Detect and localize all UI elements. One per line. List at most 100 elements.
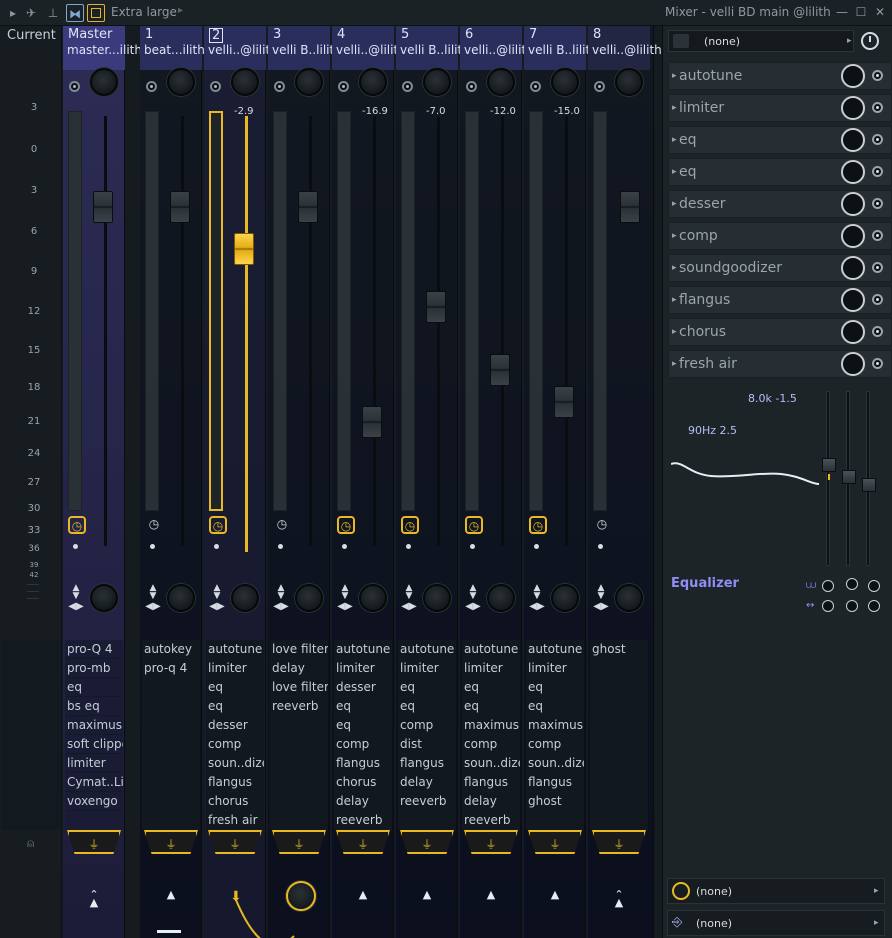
fx-slot-8[interactable]: ▸ flangus	[668, 286, 892, 314]
eq-knob[interactable]	[846, 600, 858, 612]
volume-fader[interactable]	[234, 233, 254, 265]
pan-knob[interactable]	[487, 68, 515, 96]
fader-track[interactable]	[309, 116, 312, 546]
swap-arrows-icon[interactable]: ◀▶	[208, 602, 226, 612]
effect-slot[interactable]: limiter	[65, 754, 123, 773]
eq-stereo-icon[interactable]: ↔	[806, 600, 814, 611]
mute-led[interactable]	[69, 81, 80, 92]
strip-header[interactable]: 4 velli..@lilith	[332, 26, 406, 70]
effect-slot[interactable]: Cymat..Lite	[65, 773, 123, 792]
strip-header[interactable]: 3 velli B..lilith	[268, 26, 342, 70]
fader-track[interactable]	[437, 116, 440, 546]
effect-slot[interactable]: ghost	[526, 792, 584, 811]
mixer-strip-3[interactable]: 3 velli B..lilith ◷ ▲ ▼ ◀▶ love filter de…	[235, 26, 342, 938]
effect-slot[interactable]: autotune	[206, 640, 264, 659]
mix-knob[interactable]	[841, 160, 865, 184]
effect-slot[interactable]: love filter	[270, 678, 328, 697]
stereo-knob[interactable]	[231, 584, 259, 612]
mix-knob[interactable]	[841, 96, 865, 120]
effect-slot[interactable]: flangus	[206, 773, 264, 792]
effect-slot[interactable]: eq	[206, 678, 264, 697]
updown-arrows-icon[interactable]: ▲ ▼	[339, 584, 351, 601]
updown-arrows-icon[interactable]: ▲ ▼	[403, 584, 415, 601]
record-dot[interactable]	[470, 544, 475, 549]
fx-slot-7[interactable]: ▸ soundgoodizer	[668, 254, 892, 282]
mixer-strip-4[interactable]: 4 velli..@lilith -16.9 ◷ ▲ ▼ ◀▶ autotune …	[332, 26, 406, 938]
strip-header[interactable]: 7 velli B..lilith	[524, 26, 598, 70]
fx-slot-9[interactable]: ▸ chorus	[668, 318, 892, 346]
effect-slot[interactable]: soun..dizer	[206, 754, 264, 773]
send-arrow-icon[interactable]: ⌃ ▲	[610, 889, 628, 908]
clock-icon[interactable]: ◷	[529, 516, 547, 534]
track-output-select[interactable]: ⎆ (none) ▸	[667, 910, 885, 936]
effect-slot[interactable]: pro-Q 4	[65, 640, 123, 659]
effect-slot[interactable]: reeverb	[334, 811, 392, 830]
stereo-knob[interactable]	[295, 584, 323, 612]
effect-slot[interactable]: desser	[334, 678, 392, 697]
mixer-strip-master[interactable]: Master master...ilith ◷ ▲ ▼ ◀▶ pro-Q 4 pr…	[63, 26, 142, 938]
eq-high-fader[interactable]	[862, 478, 876, 492]
effect-slot[interactable]: maximus	[65, 716, 123, 735]
effect-slot[interactable]: limiter	[398, 659, 456, 678]
clock-icon[interactable]: ◷	[465, 516, 483, 534]
volume-fader[interactable]	[620, 191, 640, 223]
expand-arrow-icon[interactable]: ▸	[672, 71, 677, 81]
fx-slot-1[interactable]: ▸ autotune	[668, 62, 892, 90]
eq-curve-graph[interactable]	[671, 446, 819, 496]
effect-slot[interactable]: eq	[526, 678, 584, 697]
effect-slot[interactable]: ghost	[590, 640, 648, 659]
effect-slot[interactable]: reeverb	[462, 811, 520, 830]
mix-knob[interactable]	[841, 320, 865, 344]
mixer-strip-8[interactable]: 8 velli..@lilith ◷ ▲ ▼ ◀▶ ghost ⏚ ⌃ ▲	[588, 26, 662, 938]
effect-slot[interactable]: comp	[334, 735, 392, 754]
effect-slot[interactable]: delay	[462, 792, 520, 811]
effect-slot[interactable]: flangus	[334, 754, 392, 773]
eq-knob[interactable]	[868, 580, 880, 592]
eq-knob[interactable]	[868, 600, 880, 612]
send-arrow-icon[interactable]: ▲	[546, 889, 564, 900]
effect-slot[interactable]: eq	[398, 678, 456, 697]
expand-arrow-icon[interactable]: ▸	[672, 295, 677, 305]
effect-slot[interactable]: limiter	[462, 659, 520, 678]
strip-header[interactable]: 1 beat...ilith	[140, 26, 205, 70]
eq-mid-fader[interactable]	[842, 470, 856, 484]
fader-track[interactable]	[245, 116, 248, 552]
pan-knob[interactable]	[90, 68, 118, 96]
updown-arrows-icon[interactable]: ▲ ▼	[275, 584, 287, 601]
enable-led[interactable]	[872, 230, 883, 241]
send-arrow-icon[interactable]: ▲	[354, 889, 372, 900]
clock-icon[interactable]: ◷	[209, 516, 227, 534]
clock-icon[interactable]: ◷	[337, 516, 355, 534]
mixer-strip-6[interactable]: 6 velli..@lilith -12.0 ◷ ▲ ▼ ◀▶ autotune …	[460, 26, 534, 938]
pan-knob[interactable]	[295, 68, 323, 96]
effect-slot[interactable]: maximus	[462, 716, 520, 735]
layout-icon[interactable]: ⧓	[66, 4, 84, 22]
effect-slot[interactable]: pro-mb	[65, 659, 123, 678]
pan-knob[interactable]	[231, 68, 259, 96]
clock-icon[interactable]: ◷	[273, 516, 291, 534]
record-dot[interactable]	[534, 544, 539, 549]
mute-led[interactable]	[146, 81, 157, 92]
send-arrow-icon[interactable]: ⌃ ▲	[85, 889, 103, 908]
enable-led[interactable]	[872, 262, 883, 273]
mix-knob[interactable]	[841, 256, 865, 280]
effect-slot[interactable]: limiter	[334, 659, 392, 678]
fx-slot-10[interactable]: ▸ fresh air	[668, 350, 892, 378]
clock-icon[interactable]: ◷	[401, 516, 419, 534]
effect-slot[interactable]: comp	[462, 735, 520, 754]
expand-arrow-icon[interactable]: ▸	[672, 327, 677, 337]
pan-knob[interactable]	[359, 68, 387, 96]
effect-slot[interactable]: flangus	[398, 754, 456, 773]
swap-arrows-icon[interactable]: ◀▶	[67, 602, 85, 612]
volume-fader[interactable]	[362, 406, 382, 438]
mute-led[interactable]	[594, 81, 605, 92]
clock-icon[interactable]	[861, 32, 879, 50]
record-dot[interactable]	[598, 544, 603, 549]
mute-led[interactable]	[530, 81, 541, 92]
effect-slot[interactable]: autotune	[526, 640, 584, 659]
pin-icon[interactable]: ⊥	[44, 4, 62, 22]
swap-arrows-icon[interactable]: ◀▶	[400, 602, 418, 612]
track-input-select[interactable]: (none) ▸	[668, 30, 854, 52]
effect-slot[interactable]: eq	[206, 697, 264, 716]
fx-slot-3[interactable]: ▸ eq	[668, 126, 892, 154]
